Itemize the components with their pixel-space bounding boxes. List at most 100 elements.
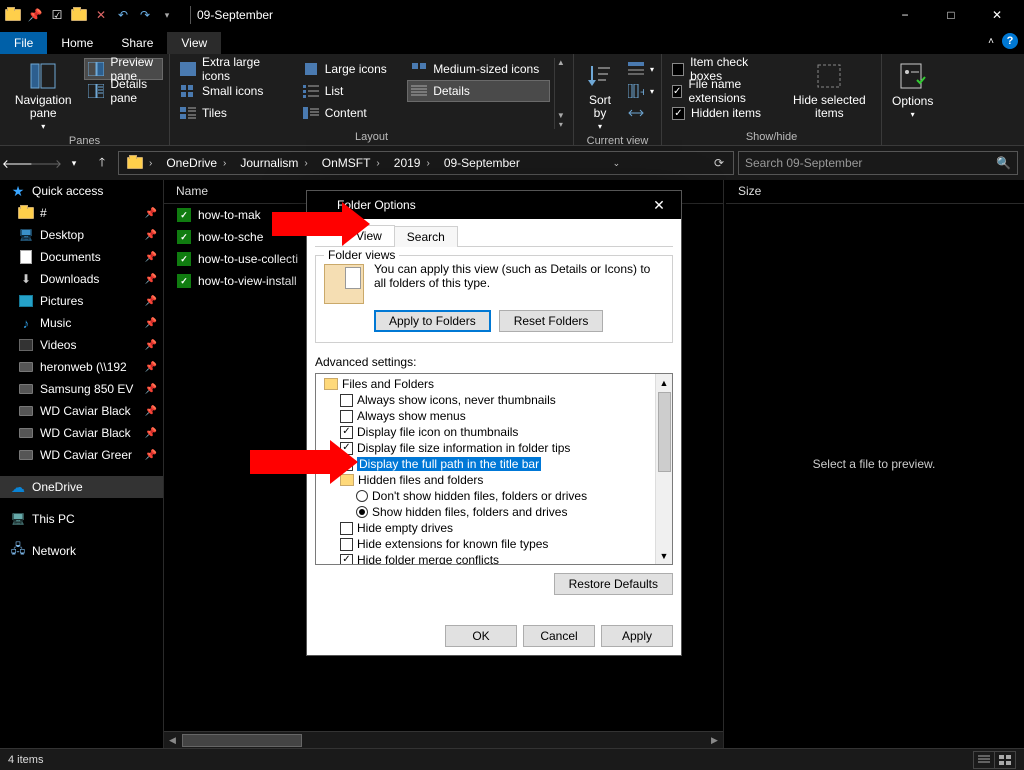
- sidebar-item[interactable]: Videos📌: [0, 334, 163, 356]
- col-size[interactable]: Size: [726, 180, 1024, 204]
- sidebar-this-pc[interactable]: 🖥This PC: [0, 508, 163, 530]
- size-columns-button[interactable]: [624, 102, 658, 124]
- breadcrumb-seg[interactable]: 09-September: [438, 152, 526, 174]
- checkbox-icon[interactable]: [340, 394, 353, 407]
- layout-xl-button[interactable]: Extra large icons: [176, 58, 295, 80]
- scroll-right-icon[interactable]: ▶: [706, 735, 723, 746]
- options-button[interactable]: Options ▾: [888, 58, 937, 121]
- checkbox-icon[interactable]: [340, 554, 353, 565]
- radio-icon[interactable]: [356, 490, 368, 502]
- status-large-icons-view-icon[interactable]: [994, 751, 1016, 769]
- back-button[interactable]: 🡐: [6, 151, 30, 175]
- tree-node[interactable]: Hide empty drives: [320, 520, 655, 536]
- layout-sm-button[interactable]: Small icons: [176, 80, 295, 102]
- apply-button[interactable]: Apply: [601, 625, 673, 647]
- breadcrumb-seg[interactable]: OneDrive›: [160, 152, 234, 174]
- sidebar-network[interactable]: 🖧Network: [0, 540, 163, 562]
- sort-by-button[interactable]: Sort by ▾: [580, 58, 620, 133]
- layout-expand-icon[interactable]: ▾: [559, 120, 563, 129]
- scrollbar-thumb[interactable]: [658, 392, 671, 472]
- scroll-up-icon[interactable]: ▲: [656, 374, 672, 391]
- tree-node[interactable]: Hide folder merge conflicts: [320, 552, 655, 564]
- breadcrumb-seg[interactable]: Journalism›: [234, 152, 315, 174]
- tab-file[interactable]: File: [0, 32, 47, 54]
- tree-scrollbar[interactable]: ▲ ▼: [655, 374, 672, 564]
- radio-icon[interactable]: [356, 506, 368, 518]
- cancel-button[interactable]: Cancel: [523, 625, 595, 647]
- details-pane-button[interactable]: Details pane: [84, 80, 163, 102]
- tree-node[interactable]: Always show icons, never thumbnails: [320, 392, 655, 408]
- file-ext-toggle[interactable]: File name extensions: [668, 80, 780, 102]
- sidebar-onedrive[interactable]: ☁OneDrive: [0, 476, 163, 498]
- breadcrumb-seg[interactable]: OnMSFT›: [316, 152, 388, 174]
- search-box[interactable]: Search 09-September 🔍: [738, 151, 1018, 175]
- close-button[interactable]: ✕: [974, 0, 1020, 30]
- breadcrumb-seg[interactable]: 2019›: [388, 152, 438, 174]
- tree-node[interactable]: Show hidden files, folders and drives: [320, 504, 655, 520]
- sidebar-item[interactable]: WD Caviar Greer📌: [0, 444, 163, 466]
- tree-node[interactable]: Display file size information in folder …: [320, 440, 655, 456]
- address-dropdown-icon[interactable]: ⌄: [604, 158, 628, 169]
- address-folder-icon[interactable]: ›: [121, 152, 160, 174]
- sidebar-item[interactable]: ⬇Downloads📌: [0, 268, 163, 290]
- checkbox-icon[interactable]: [340, 426, 353, 439]
- layout-md-button[interactable]: Medium-sized icons: [407, 58, 549, 80]
- hide-selected-button[interactable]: Hide selected items: [784, 58, 875, 122]
- tab-share[interactable]: Share: [107, 32, 167, 54]
- add-columns-button[interactable]: +▾: [624, 80, 658, 102]
- maximize-button[interactable]: □: [928, 0, 974, 30]
- qat-dropdown-icon[interactable]: ▾: [158, 6, 176, 24]
- tree-node[interactable]: Files and Folders: [320, 376, 655, 392]
- sidebar-item[interactable]: ♪Music📌: [0, 312, 163, 334]
- qat-close-icon[interactable]: ✕: [92, 6, 110, 24]
- sidebar-item[interactable]: Pictures📌: [0, 290, 163, 312]
- qat-folder-icon[interactable]: [70, 6, 88, 24]
- ribbon-collapse-icon[interactable]: ˄: [988, 36, 994, 47]
- recent-locations-button[interactable]: ▾: [62, 151, 86, 175]
- layout-scroll-down-icon[interactable]: ▼: [557, 111, 565, 120]
- sidebar-quick-access[interactable]: ★Quick access: [0, 180, 163, 202]
- hidden-items-toggle[interactable]: Hidden items: [668, 102, 780, 124]
- qat-pin-icon[interactable]: 📌: [26, 6, 44, 24]
- qat-redo-icon[interactable]: ↷: [136, 6, 154, 24]
- checkbox-icon[interactable]: [340, 522, 353, 535]
- status-details-view-icon[interactable]: [973, 751, 995, 769]
- sidebar-item[interactable]: WD Caviar Black📌: [0, 400, 163, 422]
- advanced-settings-tree[interactable]: Files and Folders Always show icons, nev…: [315, 373, 673, 565]
- ok-button[interactable]: OK: [445, 625, 517, 647]
- refresh-icon[interactable]: ⟳: [707, 156, 731, 170]
- layout-lg-button[interactable]: Large icons: [299, 58, 403, 80]
- layout-details-button[interactable]: Details: [407, 80, 549, 102]
- checkbox-icon[interactable]: [340, 538, 353, 551]
- sidebar-item[interactable]: heronweb (\\192📌: [0, 356, 163, 378]
- apply-to-folders-button[interactable]: Apply to Folders: [374, 310, 491, 332]
- reset-folders-button[interactable]: Reset Folders: [499, 310, 604, 332]
- navigation-pane-button[interactable]: Navigation pane ▾: [6, 58, 80, 133]
- sidebar-item[interactable]: Samsung 850 EV📌: [0, 378, 163, 400]
- dialog-close-button[interactable]: ✕: [645, 197, 673, 214]
- scroll-left-icon[interactable]: ◀: [164, 735, 181, 746]
- layout-tiles-button[interactable]: Tiles: [176, 102, 295, 124]
- minimize-button[interactable]: −: [882, 0, 928, 30]
- layout-list-button[interactable]: List: [299, 80, 403, 102]
- dialog-tab-search[interactable]: Search: [394, 226, 458, 247]
- restore-defaults-button[interactable]: Restore Defaults: [554, 573, 673, 595]
- layout-scroll-up-icon[interactable]: ▲: [557, 58, 565, 67]
- up-button[interactable]: 🡑: [90, 151, 114, 175]
- tab-home[interactable]: Home: [47, 32, 107, 54]
- tree-node[interactable]: Always show menus: [320, 408, 655, 424]
- tree-node[interactable]: Hide extensions for known file types: [320, 536, 655, 552]
- qat-check-icon[interactable]: ☑: [48, 6, 66, 24]
- scrollbar-thumb[interactable]: [182, 734, 302, 747]
- layout-content-button[interactable]: Content: [299, 102, 403, 124]
- checkbox-icon[interactable]: [340, 410, 353, 423]
- group-by-button[interactable]: ▾: [624, 58, 658, 80]
- forward-button[interactable]: 🡒: [34, 151, 58, 175]
- address-bar[interactable]: › OneDrive› Journalism› OnMSFT› 2019› 09…: [118, 151, 734, 175]
- tree-node-selected[interactable]: Display the full path in the title bar: [320, 456, 655, 472]
- sidebar-item[interactable]: Documents📌: [0, 246, 163, 268]
- tree-node[interactable]: Don't show hidden files, folders or driv…: [320, 488, 655, 504]
- sidebar-item[interactable]: WD Caviar Black📌: [0, 422, 163, 444]
- qat-undo-icon[interactable]: ↶: [114, 6, 132, 24]
- help-icon[interactable]: ?: [1002, 33, 1018, 49]
